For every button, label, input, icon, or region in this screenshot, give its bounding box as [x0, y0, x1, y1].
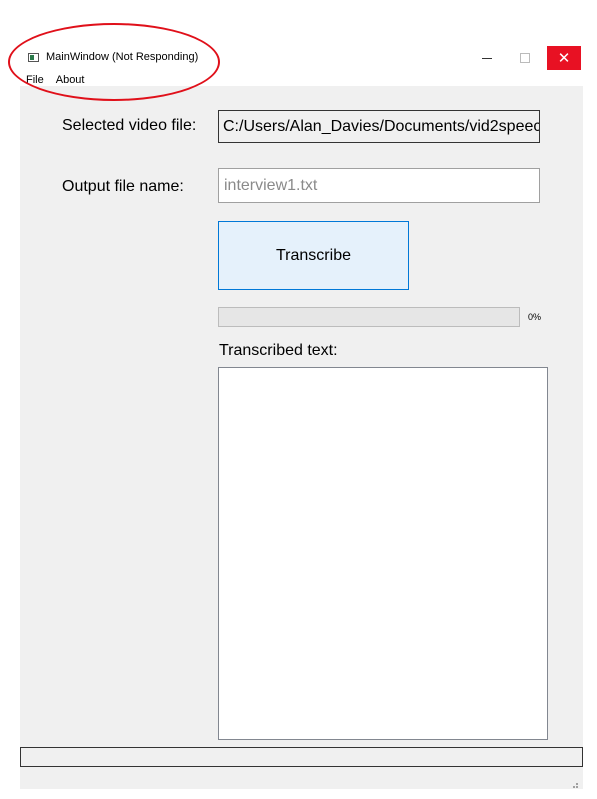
- transcribed-text-area[interactable]: [218, 367, 548, 740]
- transcribed-text-label: Transcribed text:: [219, 342, 338, 359]
- menu-bar: File About: [20, 74, 84, 90]
- output-file-label: Output file name:: [62, 178, 184, 195]
- video-file-path: C:/Users/Alan_Davies/Documents/vid2speec…: [218, 110, 540, 143]
- transcribe-button[interactable]: Transcribe: [218, 221, 409, 290]
- minimize-icon: [482, 57, 492, 59]
- resize-grip-icon[interactable]: [570, 781, 578, 789]
- video-file-label: Selected video file:: [62, 117, 197, 134]
- menu-about[interactable]: About: [56, 74, 85, 90]
- output-file-input[interactable]: [218, 168, 540, 203]
- app-window-icon: [28, 53, 39, 62]
- progress-bar: [218, 307, 520, 327]
- progress-percent: 0%: [528, 312, 542, 322]
- maximize-icon: [520, 53, 530, 63]
- close-button[interactable]: ✕: [547, 46, 581, 70]
- title-bar[interactable]: MainWindow (Not Responding) ✕: [20, 30, 583, 86]
- minimize-button[interactable]: [470, 46, 504, 70]
- close-icon: ✕: [557, 49, 571, 67]
- window-title: MainWindow (Not Responding): [46, 51, 199, 63]
- menu-file[interactable]: File: [26, 74, 44, 90]
- maximize-button[interactable]: [508, 46, 542, 70]
- status-bar: [20, 747, 583, 767]
